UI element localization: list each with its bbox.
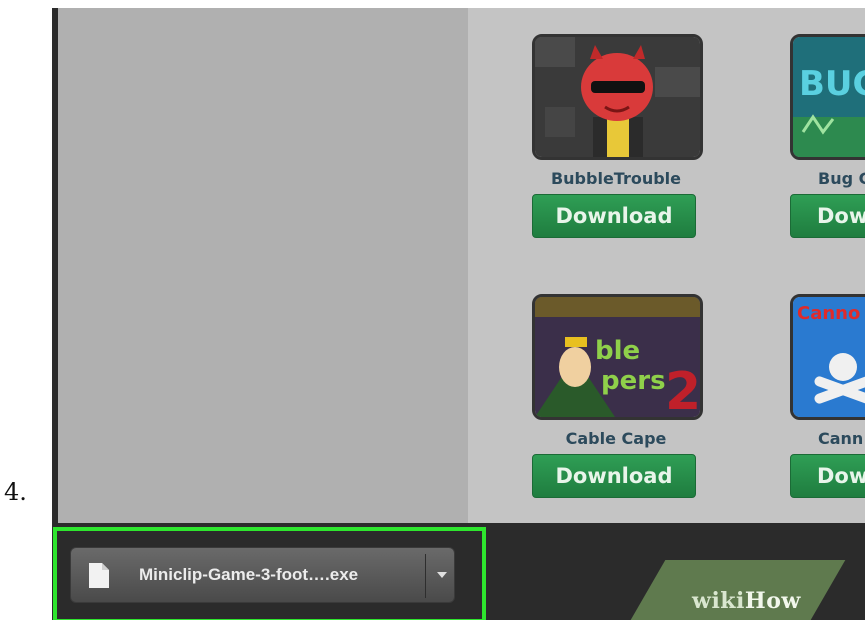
download-file-name[interactable]: Miniclip-Game-3-foot….exe	[139, 565, 358, 585]
game-title[interactable]: Bug G	[790, 169, 865, 188]
download-button[interactable]: Dow	[790, 454, 865, 498]
watermark-wiki: wiki	[692, 588, 745, 614]
wikihow-logo: wikiHow	[692, 588, 801, 614]
game-card: Canno Cann Dow	[790, 294, 865, 498]
game-title[interactable]: BubbleTrouble	[532, 169, 700, 188]
game-card: ble pers 2 Cable Cape Download	[532, 294, 707, 498]
watermark-how: How	[744, 588, 801, 614]
svg-text:pers: pers	[601, 366, 666, 396]
download-button[interactable]: Download	[532, 454, 696, 498]
svg-text:BUG: BUG	[799, 64, 865, 104]
devil-character-thumbnail[interactable]	[532, 34, 703, 160]
game-title[interactable]: Cann	[790, 429, 865, 448]
cable-capers-thumbnail[interactable]: ble pers 2	[532, 294, 703, 420]
bug-game-thumbnail[interactable]: BUG	[790, 34, 865, 160]
download-item[interactable]: Miniclip-Game-3-foot….exe	[70, 547, 455, 603]
svg-text:ble: ble	[595, 336, 640, 366]
game-card: BUG Bug G Dow	[790, 34, 865, 238]
svg-text:2: 2	[665, 362, 700, 417]
side-panel	[58, 8, 468, 523]
svg-text:Canno: Canno	[797, 303, 860, 324]
game-title[interactable]: Cable Cape	[532, 429, 700, 448]
download-button[interactable]: Download	[532, 194, 696, 238]
download-button[interactable]: Dow	[790, 194, 865, 238]
file-icon	[89, 563, 109, 592]
cannon-game-thumbnail[interactable]: Canno	[790, 294, 865, 420]
step-number: 4.	[4, 478, 27, 506]
browser-window: BubbleTrouble Download BUG Bug G Dow	[52, 8, 865, 620]
chevron-down-icon[interactable]	[429, 548, 455, 602]
divider	[425, 554, 426, 598]
games-grid: BubbleTrouble Download BUG Bug G Dow	[468, 8, 865, 523]
game-card: BubbleTrouble Download	[532, 34, 707, 238]
